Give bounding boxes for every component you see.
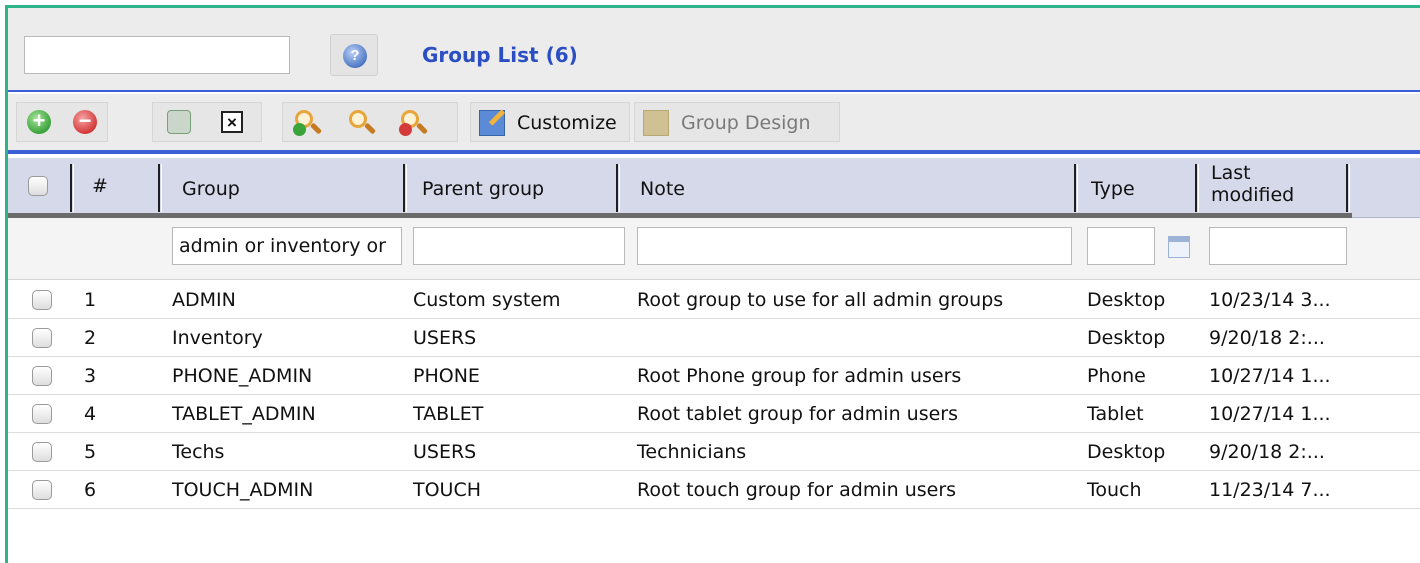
row-number: 1 (84, 289, 97, 311)
type-filter-input[interactable] (1087, 227, 1155, 265)
row-last-modified: 9/20/18 2:... (1209, 327, 1325, 349)
table-row[interactable]: 3 PHONE_ADMIN PHONE Root Phone group for… (8, 358, 1420, 395)
row-group: TABLET_ADMIN (172, 403, 316, 425)
last-modified-filter-input[interactable] (1209, 227, 1347, 265)
row-number: 5 (84, 441, 97, 463)
quick-search-input[interactable] (24, 36, 290, 74)
row-last-modified: 10/23/14 3... (1209, 289, 1331, 311)
note-filter-input[interactable] (637, 227, 1072, 265)
customize-button[interactable]: Customize (470, 102, 630, 142)
row-number: 3 (84, 365, 97, 387)
customize-label: Customize (517, 112, 617, 134)
title-bar: ? Group List (6) (8, 8, 1420, 92)
row-checkbox[interactable] (32, 480, 52, 500)
table-row[interactable]: 2 Inventory USERS Desktop 9/20/18 2:... (8, 320, 1420, 357)
row-checkbox[interactable] (32, 366, 52, 386)
row-number: 4 (84, 403, 97, 425)
zoom-in-icon[interactable] (293, 108, 323, 138)
clear-icon[interactable]: × (221, 111, 243, 133)
column-header-last-modified[interactable]: Last modified (1211, 162, 1294, 220)
row-type: Tablet (1087, 403, 1144, 425)
row-group: PHONE_ADMIN (172, 365, 313, 387)
remove-icon[interactable]: − (73, 110, 97, 134)
row-type: Desktop (1087, 289, 1166, 311)
group-design-icon (643, 110, 669, 136)
row-last-modified: 10/27/14 1... (1209, 365, 1331, 387)
row-parent-group: TABLET (413, 403, 484, 425)
help-icon: ? (343, 44, 367, 68)
row-note: Root Phone group for admin users (637, 365, 962, 387)
row-note: Root tablet group for admin users (637, 403, 958, 425)
type-filter-picker-icon[interactable] (1168, 236, 1190, 258)
row-last-modified: 10/27/14 1... (1209, 403, 1331, 425)
row-parent-group: TOUCH (413, 479, 482, 501)
page-title: Group List (6) (422, 43, 578, 67)
row-checkbox[interactable] (32, 404, 52, 424)
row-group: TOUCH_ADMIN (172, 479, 314, 501)
zoom-out-icon[interactable] (399, 108, 429, 138)
row-checkbox[interactable] (32, 328, 52, 348)
search-icon[interactable] (347, 108, 377, 138)
add-remove-group: + − (16, 102, 108, 142)
group-filter-input[interactable]: admin or inventory or (172, 227, 402, 265)
row-parent-group: USERS (413, 441, 477, 463)
table-row[interactable]: 4 TABLET_ADMIN TABLET Root tablet group … (8, 396, 1420, 433)
last-modified-line-2: modified (1211, 184, 1295, 206)
table-header: # Group Parent group Note Type Last modi… (8, 158, 1420, 218)
select-all-checkbox[interactable] (28, 176, 48, 196)
group-design-button[interactable]: Group Design (634, 102, 840, 142)
row-group: Techs (172, 441, 225, 463)
group-list-window: ? Group List (6) + − × Customize Group D… (5, 5, 1420, 563)
row-parent-group: USERS (413, 327, 477, 349)
row-last-modified: 9/20/18 2:... (1209, 441, 1325, 463)
row-type: Desktop (1087, 441, 1166, 463)
search-tools-group (282, 102, 458, 142)
row-type: Desktop (1087, 327, 1166, 349)
row-group: ADMIN (172, 289, 236, 311)
row-parent-group: Custom system (413, 289, 561, 311)
parent-group-filter-input[interactable] (413, 227, 625, 265)
help-button[interactable]: ? (330, 34, 378, 76)
add-icon[interactable]: + (27, 110, 51, 134)
table-row[interactable]: 6 TOUCH_ADMIN TOUCH Root touch group for… (8, 472, 1420, 509)
filter-row: admin or inventory or (8, 218, 1420, 280)
table-row[interactable]: 5 Techs USERS Technicians Desktop 9/20/1… (8, 434, 1420, 471)
customize-icon (479, 110, 505, 136)
row-checkbox[interactable] (32, 290, 52, 310)
row-note: Root group to use for all admin groups (637, 289, 1004, 311)
row-note: Technicians (637, 441, 747, 463)
row-group: Inventory (172, 327, 263, 349)
row-checkbox[interactable] (32, 442, 52, 462)
row-note: Root touch group for admin users (637, 479, 957, 501)
refresh-clear-group: × (152, 102, 262, 142)
toolbar: + − × Customize Group Design (8, 94, 1420, 154)
row-last-modified: 11/23/14 7... (1209, 479, 1331, 501)
row-number: 6 (84, 479, 97, 501)
refresh-icon[interactable] (167, 110, 191, 134)
table-row[interactable]: 1 ADMIN Custom system Root group to use … (8, 282, 1420, 319)
row-type: Touch (1087, 479, 1142, 501)
last-modified-line-1: Last (1211, 162, 1251, 184)
row-parent-group: PHONE (413, 365, 480, 387)
group-design-label: Group Design (681, 112, 811, 134)
row-number: 2 (84, 327, 97, 349)
row-type: Phone (1087, 365, 1146, 387)
